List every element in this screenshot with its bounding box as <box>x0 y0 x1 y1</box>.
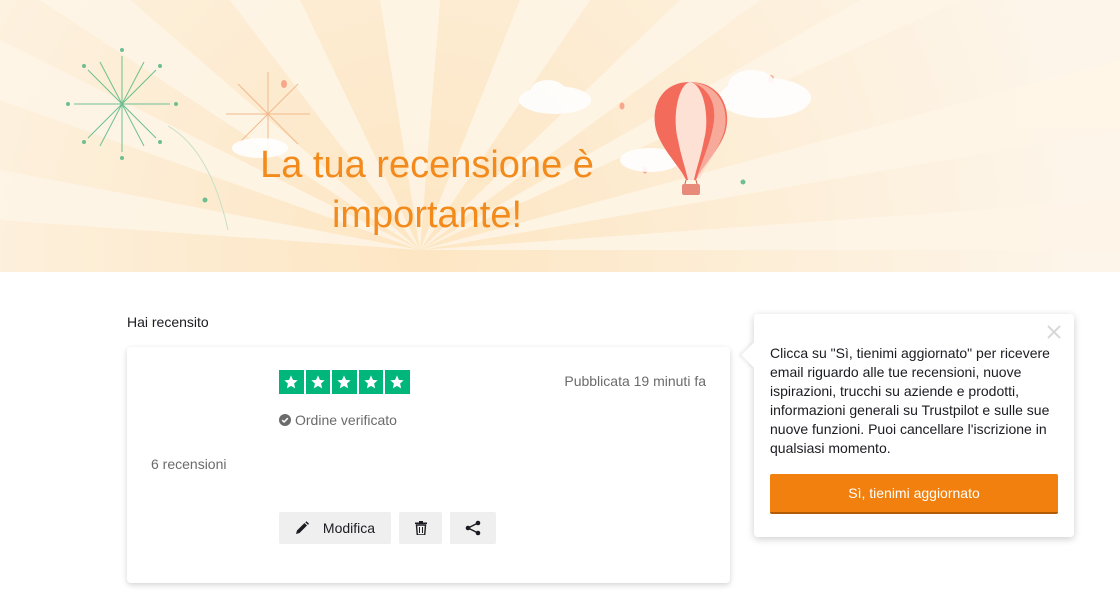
published-time: Pubblicata 19 minuti fa <box>564 373 706 389</box>
share-icon <box>465 520 481 536</box>
newsletter-popover: Clicca su "Sì, tienimi aggiornato" per r… <box>741 314 1074 537</box>
star-icon <box>279 370 304 394</box>
section-label: Hai recensito <box>127 314 209 330</box>
popover-body: Clicca su "Sì, tienimi aggiornato" per r… <box>754 314 1074 537</box>
edit-label: Modifica <box>322 520 376 536</box>
page-title: La tua recensione è importante! <box>260 144 594 236</box>
verified-badge: Ordine verificato <box>279 412 397 428</box>
pencil-icon <box>295 521 309 534</box>
edit-button[interactable]: Modifica <box>279 512 391 544</box>
star-rating <box>279 370 410 394</box>
review-actions: Modifica <box>279 512 496 544</box>
subscribe-button[interactable]: Sì, tienimi aggiornato <box>770 474 1058 514</box>
star-icon <box>332 370 357 394</box>
star-icon <box>305 370 330 394</box>
trash-icon <box>414 521 427 535</box>
review-count: 6 recensioni <box>151 456 227 472</box>
share-button[interactable] <box>450 512 496 544</box>
delete-button[interactable] <box>399 512 442 544</box>
review-card: Pubblicata 19 minuti fa Ordine verificat… <box>127 347 730 583</box>
star-icon <box>385 370 410 394</box>
popover-text: Clicca su "Sì, tienimi aggiornato" per r… <box>770 345 1050 456</box>
hero-banner: La tua recensione è importante! <box>0 0 1120 272</box>
close-icon[interactable] <box>1046 324 1062 340</box>
check-circle-icon <box>279 414 291 426</box>
verified-label: Ordine verificato <box>295 412 397 428</box>
star-icon <box>358 370 383 394</box>
